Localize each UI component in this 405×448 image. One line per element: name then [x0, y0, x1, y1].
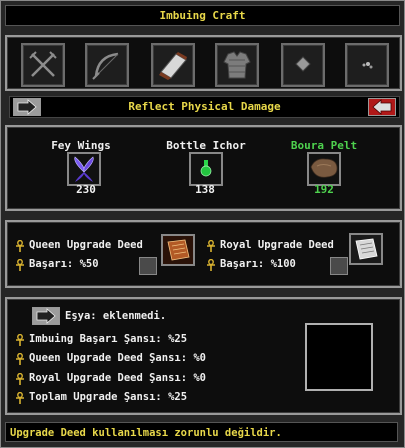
fey-wings-icon — [74, 156, 94, 182]
bow-icon — [92, 52, 119, 80]
royal-deed-chance: Başarı: %100 — [220, 258, 296, 270]
imbuing-craft-window: Imbuing Craft Reflect Physical Damage Fe… — [0, 0, 405, 448]
chainmail-icon — [223, 51, 251, 79]
ankh-icon — [16, 392, 24, 404]
resource-name: Boura Pelt — [290, 139, 358, 152]
category-armor-button[interactable] — [215, 43, 259, 87]
status-message: Upgrade Deed kullanılması zorunlu değild… — [5, 422, 398, 442]
select-item-button[interactable] — [32, 307, 60, 325]
arrow-right-icon — [36, 308, 56, 324]
queen-deed-slot[interactable] — [161, 234, 195, 266]
arrow-right-icon — [17, 99, 37, 115]
imbuing-chance: Imbuing Başarı Şansı: %25 — [29, 333, 188, 345]
item-preview-slot[interactable] — [305, 323, 373, 391]
property-name: Reflect Physical Damage — [128, 100, 281, 113]
arrow-left-icon — [372, 99, 392, 115]
resource-name: Bottle Ichor — [166, 139, 246, 152]
ankh-icon — [207, 240, 215, 252]
scroll-icon — [159, 52, 187, 80]
ankh-icon — [207, 259, 215, 271]
category-misc-button[interactable] — [345, 43, 389, 87]
queen-deed-label: Queen Upgrade Deed — [29, 239, 143, 251]
gem-icon — [295, 56, 311, 72]
category-jewelry-button[interactable] — [281, 43, 325, 87]
ankh-icon — [16, 334, 24, 346]
royal-deed-slot[interactable] — [349, 233, 383, 265]
property-back-button[interactable] — [368, 98, 396, 116]
resource-slot-boura-pelt[interactable] — [307, 152, 341, 186]
queen-deed-checkbox[interactable] — [139, 257, 157, 275]
deeds-panel — [5, 220, 402, 288]
category-scroll-button[interactable] — [151, 43, 195, 87]
royal-deed-checkbox[interactable] — [330, 257, 348, 275]
royal-deed-icon — [355, 238, 378, 260]
ankh-icon — [16, 259, 24, 271]
ankh-icon — [16, 240, 24, 252]
bottle-ichor-icon — [200, 160, 212, 177]
resource-count: 230 — [76, 183, 96, 196]
window-title: Imbuing Craft — [5, 5, 400, 26]
resource-name: Fey Wings — [51, 139, 111, 152]
boura-pelt-icon — [310, 158, 338, 178]
queen-deed-icon — [167, 239, 190, 261]
resource-slot-bottle-ichor[interactable] — [189, 152, 223, 186]
category-weapons-button[interactable] — [21, 43, 65, 87]
royal-deed-label: Royal Upgrade Deed — [220, 239, 334, 251]
resource-count: 192 — [314, 183, 334, 196]
property-select-button[interactable] — [13, 98, 41, 116]
royal-deed-stat: Royal Upgrade Deed Şansı: %0 — [29, 372, 207, 384]
dots-icon — [362, 62, 373, 69]
item-status: Eşya: eklenmedi. — [65, 310, 167, 322]
queen-deed-stat: Queen Upgrade Deed Şansı: %0 — [29, 352, 207, 364]
property-bar: Reflect Physical Damage — [9, 96, 400, 118]
resource-count: 138 — [195, 183, 215, 196]
category-ranged-button[interactable] — [85, 43, 129, 87]
queen-deed-chance: Başarı: %50 — [29, 258, 99, 270]
crossed-swords-icon — [29, 51, 57, 77]
resource-slot-fey-wings[interactable] — [67, 152, 101, 186]
total-upgrade-stat: Toplam Upgrade Şansı: %25 — [29, 391, 188, 403]
ankh-icon — [16, 353, 24, 365]
ankh-icon — [16, 373, 24, 385]
